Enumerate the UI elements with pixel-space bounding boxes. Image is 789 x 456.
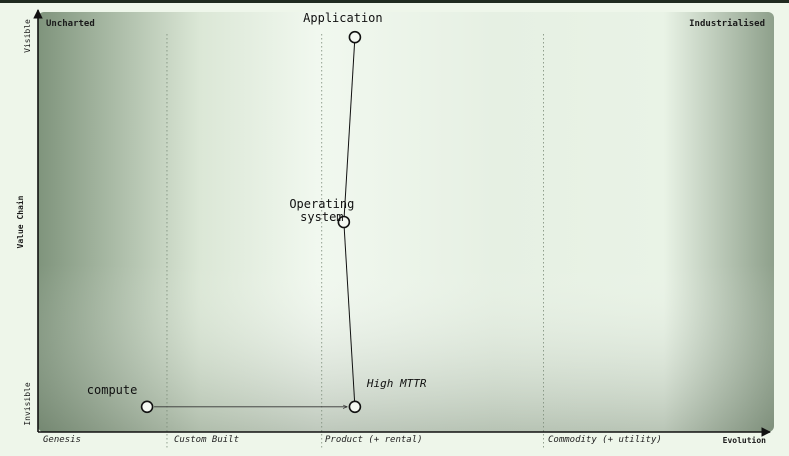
stage-label-custom-built: Custom Built bbox=[174, 435, 239, 445]
annotation-high-mttr: High MTTR bbox=[366, 377, 427, 390]
component-label-line: Operating bbox=[289, 197, 354, 211]
component-label-line: system bbox=[300, 210, 343, 224]
wardley-map-canvas: Uncharted Industrialised Visible Value C… bbox=[0, 0, 789, 456]
corner-label-industrialised: Industrialised bbox=[689, 18, 765, 29]
x-axis-title: Evolution bbox=[723, 435, 767, 445]
stage-label-genesis: Genesis bbox=[43, 435, 81, 445]
y-axis-top-label: Visible bbox=[23, 19, 32, 53]
y-axis-bottom-label: Invisible bbox=[23, 382, 32, 426]
component-node-compute[interactable] bbox=[140, 400, 154, 414]
annotations: High MTTR bbox=[366, 377, 427, 390]
map-background-shade bbox=[38, 12, 774, 432]
component-label-line: Application bbox=[303, 11, 382, 25]
component-label-compute: compute bbox=[87, 383, 138, 397]
wardley-map: Uncharted Industrialised Visible Value C… bbox=[15, 9, 774, 450]
y-axis-title: Value Chain bbox=[15, 195, 25, 248]
component-node-application[interactable] bbox=[348, 30, 362, 44]
component-node-compute-product[interactable] bbox=[348, 400, 362, 414]
stage-label-commodity: Commodity (+ utility) bbox=[548, 435, 662, 445]
corner-label-uncharted: Uncharted bbox=[46, 19, 95, 29]
stage-label-product: Product (+ rental) bbox=[325, 435, 423, 445]
component-label-application: Application bbox=[303, 11, 382, 25]
component-label-line: compute bbox=[87, 383, 138, 397]
